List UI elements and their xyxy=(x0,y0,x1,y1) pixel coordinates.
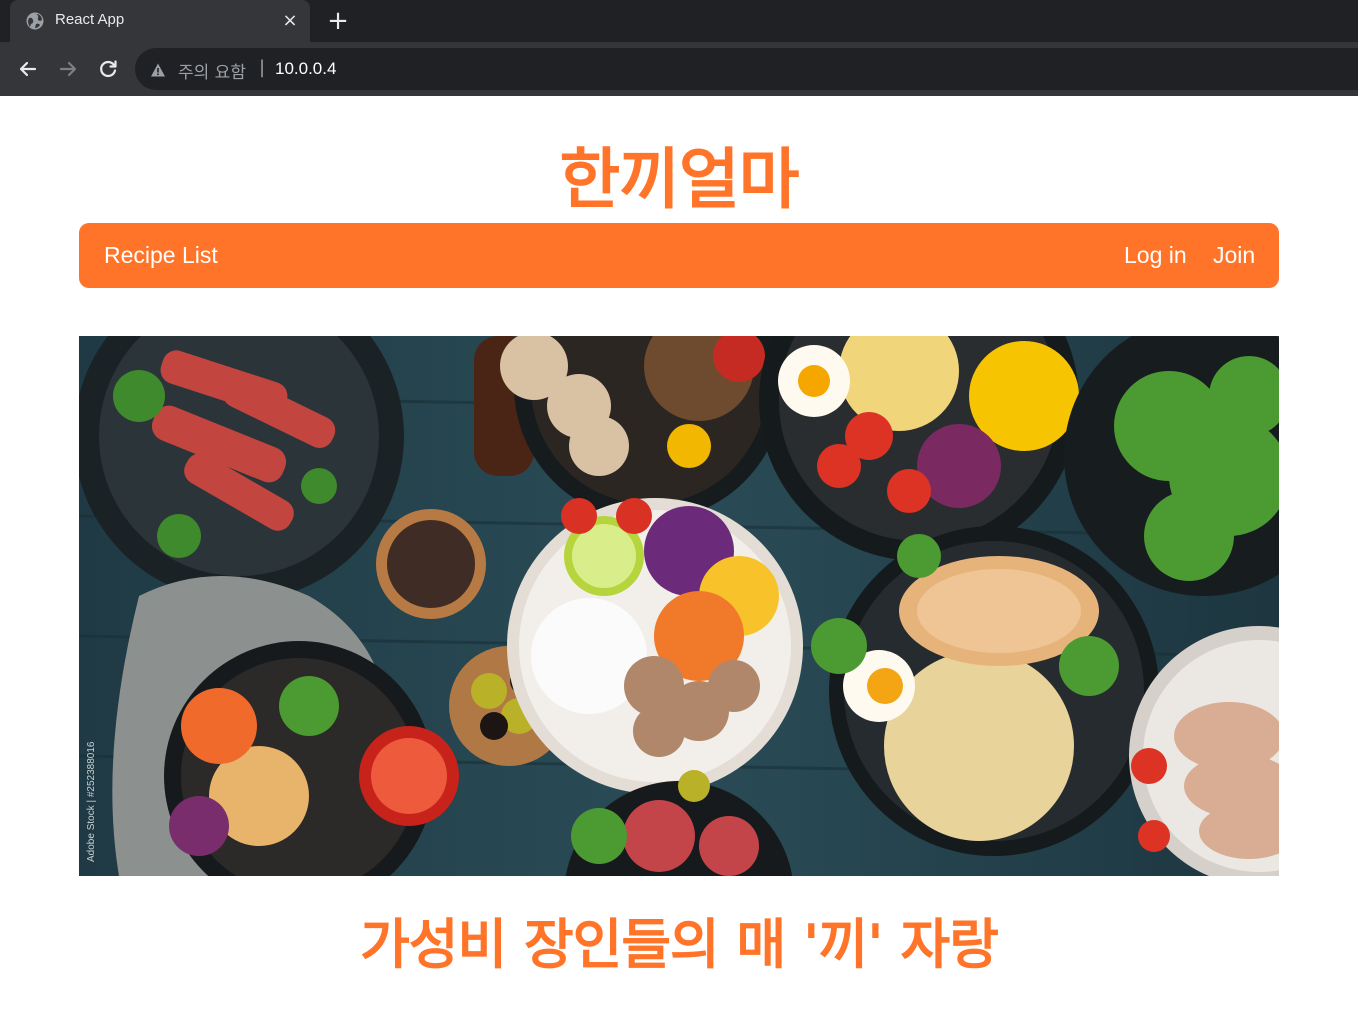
nav-login-link[interactable]: Log in xyxy=(1124,242,1187,269)
url-text[interactable]: 10.0.0.4 xyxy=(275,59,336,79)
close-icon[interactable]: × xyxy=(280,11,300,31)
forward-icon[interactable] xyxy=(54,55,82,83)
globe-icon xyxy=(26,12,44,30)
stock-watermark: Adobe Stock | #252388016 xyxy=(86,741,97,862)
url-separator: | xyxy=(259,57,266,78)
site-title[interactable]: 한끼얼마 xyxy=(0,126,1358,222)
main-navbar: Recipe List Log in Join xyxy=(79,223,1279,288)
warning-icon[interactable] xyxy=(150,62,166,78)
reload-icon[interactable] xyxy=(94,55,122,83)
back-icon[interactable] xyxy=(14,55,42,83)
browser-tab[interactable]: React App × xyxy=(10,0,310,42)
main-tagline: 가성비 장인들의 매 '끼' 자랑 xyxy=(360,913,999,976)
food-spread-illustration xyxy=(79,336,1279,876)
nav-join-link[interactable]: Join xyxy=(1213,242,1255,269)
tab-title: React App xyxy=(55,11,125,28)
security-status[interactable]: 주의 요함 xyxy=(178,58,246,83)
nav-recipe-list-link[interactable]: Recipe List xyxy=(104,242,218,269)
new-tab-icon[interactable]: + xyxy=(325,8,351,34)
hero-food-image xyxy=(79,336,1279,876)
